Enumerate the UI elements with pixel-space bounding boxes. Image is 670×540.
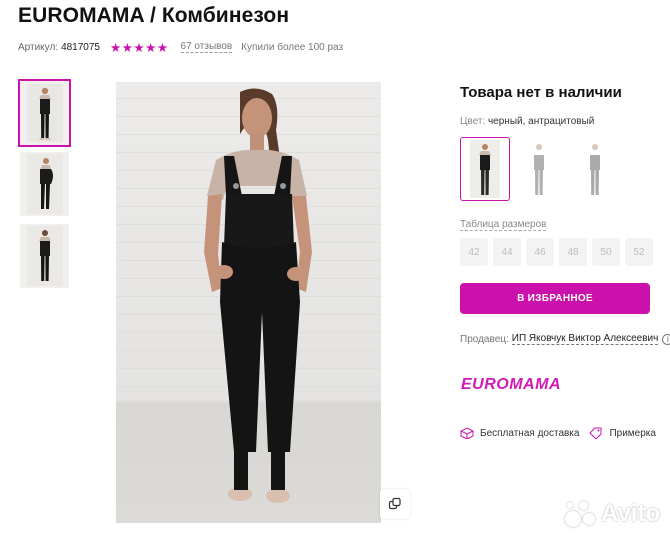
size-option[interactable]: 50: [592, 238, 620, 266]
delivery-features: Бесплатная доставка Примерка: [460, 427, 656, 439]
info-icon[interactable]: i: [662, 333, 670, 345]
thumbnail-photo-2: [26, 154, 63, 214]
thumbnail-photo-3: [26, 226, 63, 286]
size-option[interactable]: 52: [625, 238, 653, 266]
color-value: черный, антрацитовый: [487, 116, 595, 127]
avito-logo-icon: [563, 499, 597, 529]
add-to-favorites-button[interactable]: В ИЗБРАННОЕ: [460, 283, 650, 314]
box-icon: [460, 427, 474, 439]
avito-wordmark: Avito: [601, 500, 661, 527]
thumbnail-photo-1: [26, 84, 63, 142]
gallery-thumbnail-2[interactable]: [20, 152, 69, 216]
article-label: Артикул:: [18, 41, 59, 53]
main-product-photo[interactable]: [116, 82, 381, 523]
seller-info: Продавец: ИП Яковчук Виктор Алексеевич i: [460, 333, 670, 345]
swatch-photo-3: [590, 144, 600, 195]
color-swatch-3[interactable]: [570, 137, 620, 201]
purchase-count: Купили более 100 раз: [241, 41, 344, 53]
model-figure: [204, 88, 312, 503]
tag-icon: [589, 427, 602, 439]
color-label: Цвет:: [460, 116, 486, 127]
swatch-photo-1: [470, 140, 500, 198]
avito-watermark: Avito: [563, 499, 660, 529]
availability-status: Товара нет в наличии: [460, 84, 622, 101]
free-delivery-feature: Бесплатная доставка: [460, 427, 579, 439]
product-meta: Артикул: 4817075 ★★★★★ 67 отзывов Купили…: [18, 40, 344, 55]
gallery-thumbnail-1[interactable]: [18, 79, 71, 147]
free-delivery-label: Бесплатная доставка: [480, 427, 580, 439]
rating-stars: ★★★★★: [110, 40, 169, 55]
reviews-link[interactable]: 67 отзывов: [180, 41, 233, 53]
zoom-icon: [388, 497, 401, 510]
try-on-label: Примерка: [609, 427, 656, 439]
size-option[interactable]: 44: [493, 238, 521, 266]
seller-label: Продавец:: [460, 333, 509, 345]
size-option[interactable]: 42: [460, 238, 488, 266]
seller-name-link[interactable]: ИП Яковчук Виктор Алексеевич: [511, 333, 659, 345]
article-value: 4817075: [61, 41, 100, 53]
zoom-button[interactable]: [380, 489, 410, 519]
size-option[interactable]: 48: [559, 238, 587, 266]
gallery-thumbnail-3[interactable]: [20, 224, 69, 288]
color-swatch-2[interactable]: [514, 137, 564, 201]
size-selector: 42 44 46 48 50 52: [460, 238, 653, 266]
brand-logo[interactable]: EUROMAMA: [461, 376, 561, 394]
color-info: Цвет: черный, антрацитовый: [460, 116, 594, 127]
size-option[interactable]: 46: [526, 238, 554, 266]
product-title: EUROMAMA / Комбинезон: [18, 4, 290, 27]
color-swatch-black[interactable]: [460, 137, 510, 201]
swatch-photo-2: [534, 144, 544, 195]
try-on-feature: Примерка: [589, 427, 656, 439]
size-chart-link[interactable]: Таблица размеров: [460, 219, 547, 231]
